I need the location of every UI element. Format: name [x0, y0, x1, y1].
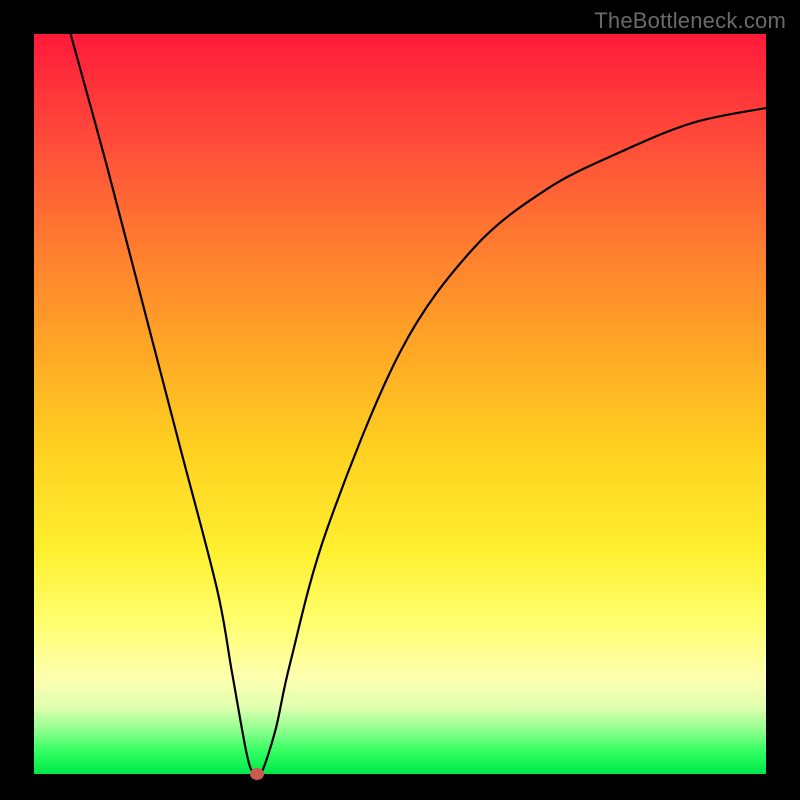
chart-frame: TheBottleneck.com [0, 0, 800, 800]
bottleneck-curve [34, 34, 766, 774]
watermark-text: TheBottleneck.com [594, 8, 786, 34]
plot-area [34, 34, 766, 774]
optimal-point-marker [250, 768, 264, 780]
